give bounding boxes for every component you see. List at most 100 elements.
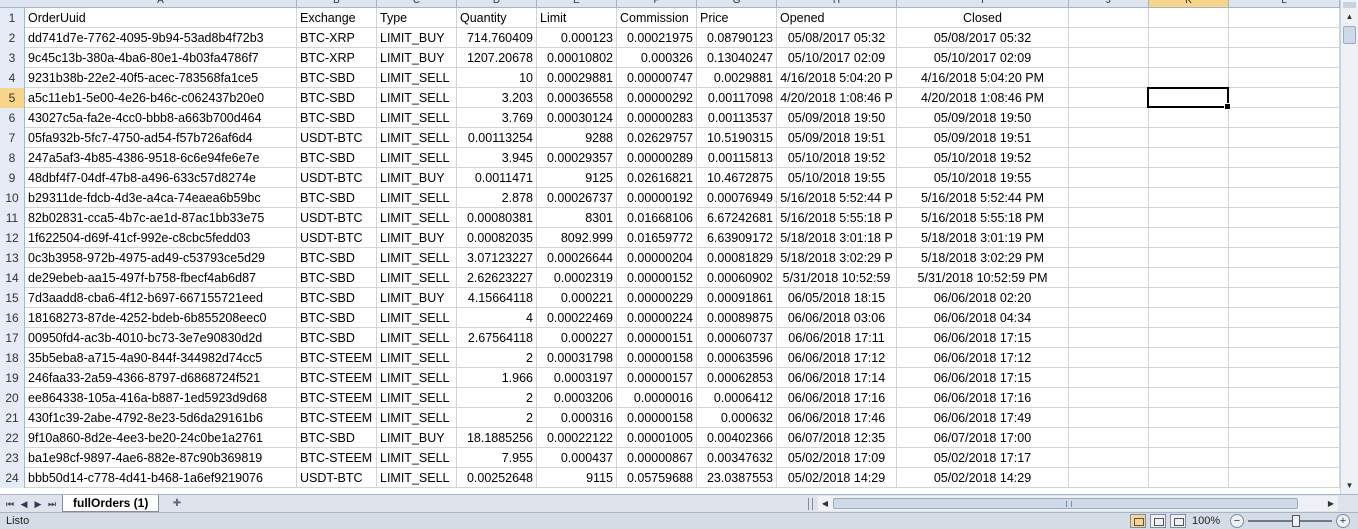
- table-cell[interactable]: 0.00081829: [697, 248, 777, 268]
- table-cell[interactable]: 10.5190315: [697, 128, 777, 148]
- table-cell[interactable]: 3.07123227: [457, 248, 537, 268]
- table-cell[interactable]: 0.00060737: [697, 328, 777, 348]
- page-break-view-icon[interactable]: [1170, 514, 1186, 528]
- table-cell[interactable]: 05/08/2017 05:32: [777, 28, 897, 48]
- column-header-k[interactable]: K: [1149, 0, 1229, 7]
- table-cell[interactable]: 0.13040247: [697, 48, 777, 68]
- table-cell[interactable]: LIMIT_SELL: [377, 448, 457, 468]
- table-cell[interactable]: BTC-SBD: [297, 268, 377, 288]
- table-cell[interactable]: BTC-SBD: [297, 188, 377, 208]
- table-cell[interactable]: 0.00000152: [617, 268, 697, 288]
- table-cell[interactable]: BTC-SBD: [297, 68, 377, 88]
- table-cell[interactable]: LIMIT_SELL: [377, 108, 457, 128]
- table-cell[interactable]: 05/10/2018 19:55: [897, 168, 1069, 188]
- table-cell[interactable]: [1229, 288, 1340, 308]
- table-cell[interactable]: BTC-SBD: [297, 88, 377, 108]
- table-cell[interactable]: BTC-STEEM: [297, 408, 377, 428]
- table-cell[interactable]: 3.203: [457, 88, 537, 108]
- table-cell[interactable]: 05/09/2018 19:50: [897, 108, 1069, 128]
- table-cell[interactable]: BTC-SBD: [297, 308, 377, 328]
- table-cell[interactable]: 0.00031798: [537, 348, 617, 368]
- table-cell[interactable]: LIMIT_SELL: [377, 408, 457, 428]
- table-cell[interactable]: LIMIT_BUY: [377, 288, 457, 308]
- table-cell[interactable]: [1229, 428, 1340, 448]
- table-cell[interactable]: 0.0000016: [617, 388, 697, 408]
- column-title-cell[interactable]: Commission: [617, 8, 697, 28]
- table-cell[interactable]: 05/08/2017 05:32: [897, 28, 1069, 48]
- table-cell[interactable]: 0.00026644: [537, 248, 617, 268]
- table-cell[interactable]: [1149, 148, 1229, 168]
- spreadsheet-grid[interactable]: 1 OrderUuid Exchange Type Quantity Limit Commi…: [0, 8, 1340, 494]
- row-number[interactable]: 4: [0, 68, 25, 88]
- table-cell[interactable]: [1149, 408, 1229, 428]
- column-title-cell[interactable]: Exchange: [297, 8, 377, 28]
- table-cell[interactable]: 7.955: [457, 448, 537, 468]
- table-cell[interactable]: BTC-SBD: [297, 108, 377, 128]
- table-cell[interactable]: USDT-BTC: [297, 228, 377, 248]
- table-cell[interactable]: [1069, 268, 1149, 288]
- table-cell[interactable]: BTC-SBD: [297, 288, 377, 308]
- prev-sheet-icon[interactable]: ◀: [18, 497, 30, 511]
- column-title-cell[interactable]: Price: [697, 8, 777, 28]
- row-number[interactable]: 13: [0, 248, 25, 268]
- zoom-out-icon[interactable]: −: [1230, 514, 1244, 528]
- table-cell[interactable]: [1069, 28, 1149, 48]
- table-cell[interactable]: [1069, 408, 1149, 428]
- table-cell[interactable]: 05/10/2018 19:52: [777, 148, 897, 168]
- table-cell[interactable]: 0.00115813: [697, 148, 777, 168]
- table-cell[interactable]: LIMIT_SELL: [377, 148, 457, 168]
- table-cell[interactable]: 9c45c13b-380a-4ba6-80e1-4b03fa4786f7: [25, 48, 297, 68]
- table-cell[interactable]: 0.00036558: [537, 88, 617, 108]
- table-cell[interactable]: [1229, 408, 1340, 428]
- table-cell[interactable]: BTC-XRP: [297, 48, 377, 68]
- table-cell[interactable]: LIMIT_BUY: [377, 228, 457, 248]
- table-cell[interactable]: 0.01659772: [617, 228, 697, 248]
- row-number[interactable]: 5: [0, 88, 25, 108]
- table-cell[interactable]: 0.00000192: [617, 188, 697, 208]
- column-header-e[interactable]: E: [537, 0, 617, 7]
- table-cell[interactable]: [1229, 148, 1340, 168]
- table-cell[interactable]: [1149, 388, 1229, 408]
- table-cell[interactable]: USDT-BTC: [297, 468, 377, 488]
- table-cell[interactable]: 06/07/2018 17:00: [897, 428, 1069, 448]
- table-cell[interactable]: 0.00000867: [617, 448, 697, 468]
- row-number[interactable]: 10: [0, 188, 25, 208]
- table-cell[interactable]: 2: [457, 388, 537, 408]
- table-cell[interactable]: 0.00029881: [537, 68, 617, 88]
- row-number[interactable]: 3: [0, 48, 25, 68]
- table-cell[interactable]: 0.000632: [697, 408, 777, 428]
- table-cell[interactable]: [1069, 288, 1149, 308]
- table-cell[interactable]: [1069, 388, 1149, 408]
- table-cell[interactable]: 0.00062853: [697, 368, 777, 388]
- column-header-c[interactable]: C: [377, 0, 457, 7]
- table-cell[interactable]: 0.00000289: [617, 148, 697, 168]
- table-cell[interactable]: USDT-BTC: [297, 168, 377, 188]
- table-cell[interactable]: 06/06/2018 03:06: [777, 308, 897, 328]
- table-cell[interactable]: 0.02616821: [617, 168, 697, 188]
- row-number[interactable]: 18: [0, 348, 25, 368]
- column-title-cell[interactable]: [1149, 8, 1229, 28]
- table-cell[interactable]: 2: [457, 408, 537, 428]
- table-cell[interactable]: 05/02/2018 14:29: [897, 468, 1069, 488]
- table-cell[interactable]: [1149, 328, 1229, 348]
- table-cell[interactable]: LIMIT_BUY: [377, 428, 457, 448]
- row-number[interactable]: 21: [0, 408, 25, 428]
- table-cell[interactable]: [1229, 108, 1340, 128]
- table-cell[interactable]: 0.00089875: [697, 308, 777, 328]
- column-header-a[interactable]: A: [25, 0, 297, 7]
- table-cell[interactable]: 18.1885256: [457, 428, 537, 448]
- table-cell[interactable]: 10.4672875: [697, 168, 777, 188]
- row-number[interactable]: 17: [0, 328, 25, 348]
- table-cell[interactable]: 0.01668106: [617, 208, 697, 228]
- table-cell[interactable]: 00950fd4-ac3b-4010-bc73-3e7e90830d2d: [25, 328, 297, 348]
- table-cell[interactable]: LIMIT_SELL: [377, 348, 457, 368]
- column-title-cell[interactable]: [1069, 8, 1149, 28]
- table-cell[interactable]: 5/18/2018 3:02:29 PM: [897, 248, 1069, 268]
- table-cell[interactable]: [1229, 168, 1340, 188]
- table-cell[interactable]: [1229, 368, 1340, 388]
- insert-sheet-icon[interactable]: ✚: [168, 496, 186, 511]
- table-cell[interactable]: [1069, 208, 1149, 228]
- table-cell[interactable]: 82b02831-cca5-4b7c-ae1d-87ac1bb33e75: [25, 208, 297, 228]
- table-cell[interactable]: USDT-BTC: [297, 208, 377, 228]
- table-cell[interactable]: 05/10/2017 02:09: [897, 48, 1069, 68]
